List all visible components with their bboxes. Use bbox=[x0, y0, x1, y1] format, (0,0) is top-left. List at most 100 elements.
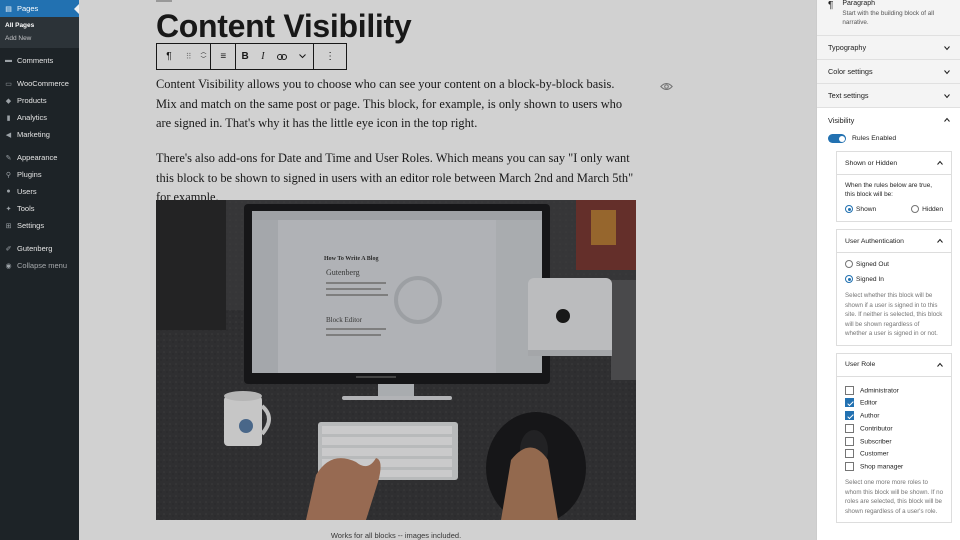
role-editor[interactable]: Editor bbox=[845, 398, 943, 411]
panel-text-settings[interactable]: Text settings bbox=[817, 84, 960, 108]
radio-hidden[interactable] bbox=[911, 205, 920, 213]
shown-hidden-header[interactable]: Shown or Hidden bbox=[837, 152, 951, 175]
post-title[interactable]: Content Visibility bbox=[156, 8, 412, 45]
panel-color-settings[interactable]: Color settings bbox=[817, 60, 960, 84]
menu-analytics[interactable]: ▮ Analytics bbox=[0, 109, 79, 126]
shown-hidden-title: Shown or Hidden bbox=[845, 159, 898, 167]
option-hidden[interactable]: Hidden bbox=[911, 205, 943, 213]
checkbox-customer[interactable] bbox=[845, 449, 854, 459]
menu-gutenberg-label: Gutenberg bbox=[17, 244, 53, 253]
pages-icon: ▤ bbox=[5, 5, 12, 13]
menu-woocommerce[interactable]: ▭ WooCommerce bbox=[0, 75, 79, 92]
products-icon: ◆ bbox=[5, 97, 12, 105]
comments-icon: ▬ bbox=[5, 57, 12, 64]
submenu-all-pages[interactable]: All Pages bbox=[0, 19, 79, 32]
link-icon bbox=[276, 53, 287, 60]
user-role-header[interactable]: User Role bbox=[837, 354, 951, 377]
checkbox-administrator[interactable] bbox=[845, 385, 854, 395]
menu-gutenberg[interactable]: ✐ Gutenberg bbox=[0, 240, 79, 257]
bold-button[interactable]: B bbox=[236, 44, 254, 69]
user-role-list: Administrator Editor Author Contributor … bbox=[837, 377, 951, 523]
panel-typography[interactable]: Typography bbox=[817, 36, 960, 60]
chevron-up-icon bbox=[944, 117, 950, 122]
menu-tools[interactable]: ✦ Tools bbox=[0, 200, 79, 217]
block-card-title: Paragraph bbox=[842, 0, 876, 7]
option-shown[interactable]: Shown bbox=[845, 205, 876, 213]
chevron-up-icon bbox=[937, 362, 943, 367]
role-administrator[interactable]: Administrator bbox=[845, 385, 943, 399]
checkbox-shop-manager[interactable] bbox=[845, 462, 854, 472]
radio-shown[interactable] bbox=[845, 205, 853, 213]
role-shop-manager[interactable]: Shop manager bbox=[845, 462, 943, 476]
block-type-button[interactable]: ¶ bbox=[157, 44, 181, 69]
option-signed-out[interactable]: Signed Out bbox=[845, 260, 943, 275]
menu-products[interactable]: ◆ Products bbox=[0, 92, 79, 109]
radio-signed-out[interactable] bbox=[845, 260, 853, 268]
rules-enabled-toggle[interactable] bbox=[828, 134, 846, 143]
option-hidden-label: Hidden bbox=[922, 205, 943, 213]
more-formatting-button[interactable] bbox=[292, 44, 314, 69]
eye-icon bbox=[660, 83, 673, 90]
role-contributor[interactable]: Contributor bbox=[845, 423, 943, 437]
user-authentication-help: Select whether this block will be shown … bbox=[845, 292, 943, 337]
menu-plugins-label: Plugins bbox=[17, 170, 42, 179]
collapse-menu-button[interactable]: ◉ Collapse menu bbox=[0, 257, 79, 274]
checkbox-contributor[interactable] bbox=[845, 423, 854, 433]
role-label: Contributor bbox=[860, 425, 893, 433]
move-buttons[interactable]: ︿ ﹀ bbox=[197, 44, 211, 69]
checkbox-editor[interactable] bbox=[845, 398, 854, 408]
option-shown-label: Shown bbox=[856, 205, 877, 213]
drag-handle[interactable]: ⠿ bbox=[181, 44, 197, 69]
menu-marketing-label: Marketing bbox=[17, 130, 50, 139]
menu-pages[interactable]: ▤ Pages bbox=[0, 0, 79, 17]
menu-appearance[interactable]: ✎ Appearance bbox=[0, 149, 79, 166]
panel-color-title: Color settings bbox=[828, 67, 873, 76]
paragraph-block-2[interactable]: There's also add-ons for Date and Time a… bbox=[156, 149, 636, 208]
panel-typography-title: Typography bbox=[828, 43, 867, 52]
options-icon: ⋮ bbox=[325, 51, 336, 62]
align-icon: ≡ bbox=[220, 51, 227, 62]
align-button[interactable]: ≡ bbox=[211, 44, 235, 69]
shown-hidden-card: Shown or Hidden When the rules below are… bbox=[836, 151, 952, 222]
collapse-menu-label: Collapse menu bbox=[17, 261, 68, 270]
menu-settings[interactable]: ⊞ Settings bbox=[0, 217, 79, 234]
role-author[interactable]: Author bbox=[845, 411, 943, 424]
role-label: Editor bbox=[860, 399, 878, 407]
chevron-up-icon bbox=[937, 238, 943, 243]
block-separator-line bbox=[156, 0, 172, 2]
woocommerce-icon: ▭ bbox=[5, 80, 12, 88]
screen-heading: How To Write A Blog bbox=[324, 256, 378, 262]
menu-comments[interactable]: ▬ Comments bbox=[0, 52, 79, 69]
italic-button[interactable]: I bbox=[254, 44, 272, 69]
link-button[interactable] bbox=[272, 44, 292, 69]
menu-woocommerce-label: WooCommerce bbox=[17, 79, 69, 88]
image-block[interactable]: How To Write A Blog Gutenberg Block Edit… bbox=[156, 200, 636, 520]
admin-sidebar: ▤ Pages All Pages Add New ▬ Comments ▭ Woo… bbox=[0, 0, 79, 540]
collapse-icon: ◉ bbox=[5, 262, 12, 270]
menu-marketing[interactable]: ◀ Marketing bbox=[0, 126, 79, 143]
paragraph-block-1[interactable]: Content Visibility allows you to choose … bbox=[156, 75, 636, 134]
radio-signed-in[interactable] bbox=[845, 275, 853, 283]
option-signed-in[interactable]: Signed In bbox=[845, 275, 943, 291]
submenu-add-new[interactable]: Add New bbox=[0, 32, 79, 45]
option-signed-in-label: Signed In bbox=[856, 275, 884, 283]
app-root: ▤ Pages All Pages Add New ▬ Comments ▭ Woo… bbox=[0, 0, 960, 540]
menu-analytics-label: Analytics bbox=[17, 113, 48, 122]
checkbox-subscriber[interactable] bbox=[845, 436, 854, 446]
image-caption[interactable]: Works for all blocks -- images included. bbox=[156, 531, 636, 540]
panel-text-title: Text settings bbox=[828, 91, 869, 100]
role-subscriber[interactable]: Subscriber bbox=[845, 436, 943, 450]
panel-visibility[interactable]: Visibility bbox=[817, 108, 960, 132]
checkbox-author[interactable] bbox=[845, 411, 854, 421]
chevron-down-icon bbox=[299, 54, 306, 59]
move-down-icon: ﹀ bbox=[200, 56, 207, 63]
chevron-down-icon bbox=[944, 93, 950, 98]
menu-plugins[interactable]: ⚲ Plugins bbox=[0, 166, 79, 183]
block-toolbar: ¶ ⠿ ︿ ﹀ ≡ B I ⋮ bbox=[156, 43, 347, 70]
screen-sub2: Block Editor bbox=[326, 316, 363, 324]
block-options-button[interactable]: ⋮ bbox=[314, 44, 346, 69]
user-authentication-header[interactable]: User Authentication bbox=[837, 230, 951, 253]
menu-users[interactable]: ● Users bbox=[0, 183, 79, 200]
chevron-down-icon bbox=[944, 69, 950, 74]
role-customer[interactable]: Customer bbox=[845, 449, 943, 462]
